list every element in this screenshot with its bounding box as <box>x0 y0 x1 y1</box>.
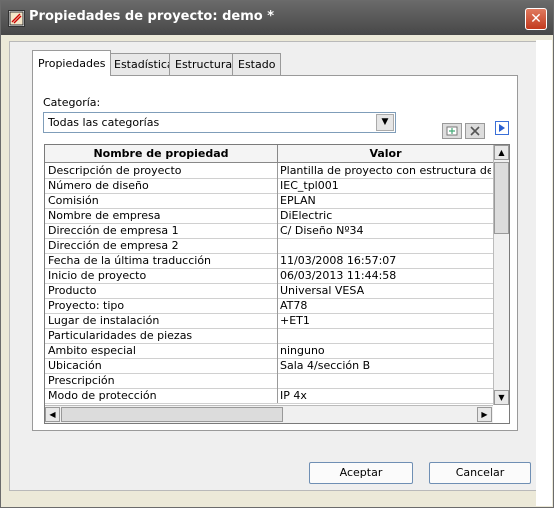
table-row[interactable]: Inicio de proyecto 06/03/2013 11:44:58 <box>45 268 493 284</box>
property-name: Producto <box>48 284 97 297</box>
table-row[interactable]: Lugar de instalación +ET1 <box>45 313 493 329</box>
property-name: Dirección de empresa 1 <box>48 224 179 237</box>
property-name: Modo de protección <box>48 389 157 402</box>
property-value[interactable]: AT78 <box>280 298 491 313</box>
category-value: Todas las categorías <box>48 116 160 129</box>
property-name: Prescripción <box>48 374 115 387</box>
property-value[interactable]: ninguno <box>280 343 491 358</box>
category-select[interactable]: Todas las categorías ▼ <box>43 112 396 133</box>
scroll-down-icon[interactable]: ▼ <box>494 390 509 405</box>
property-value[interactable]: Sala 4/sección B <box>280 358 491 373</box>
delete-property-icon[interactable] <box>465 123 485 139</box>
table-row[interactable]: Proyecto: tipo AT78 <box>45 298 493 314</box>
property-name: Dirección de empresa 2 <box>48 239 179 252</box>
property-name: Lugar de instalación <box>48 314 160 327</box>
property-name: Proyecto: tipo <box>48 299 125 312</box>
title-bar[interactable]: Propiedades de proyecto: demo * ✕ <box>1 1 553 35</box>
property-value[interactable] <box>280 328 491 343</box>
property-name: Particularidades de piezas <box>48 329 193 342</box>
property-name: Nombre de empresa <box>48 209 161 222</box>
table-row[interactable]: Ubicación Sala 4/sección B <box>45 358 493 374</box>
column-header-value[interactable]: Valor <box>278 145 493 163</box>
property-value[interactable]: 11/03/2008 16:57:07 <box>280 253 491 268</box>
property-value[interactable]: DiElectric <box>280 208 491 223</box>
properties-table: Nombre de propiedad Valor Descripción de… <box>44 144 510 424</box>
tab-estado[interactable]: Estado <box>232 53 282 75</box>
property-value[interactable]: C/ Diseño Nº34 <box>280 223 491 238</box>
table-row[interactable]: Ambito especial ninguno <box>45 343 493 359</box>
property-name: Ambito especial <box>48 344 136 357</box>
table-row[interactable]: Nombre de empresa DiElectric <box>45 208 493 224</box>
window-title: Propiedades de proyecto: demo * <box>29 9 275 24</box>
property-value[interactable]: IEC_tpl001 <box>280 178 491 193</box>
property-value[interactable]: EPLAN <box>280 193 491 208</box>
column-header-name[interactable]: Nombre de propiedad <box>45 145 278 163</box>
property-value[interactable]: Plantilla de proyecto con estructura de … <box>280 163 491 178</box>
table-row[interactable]: Dirección de empresa 1 C/ Diseño Nº34 <box>45 223 493 239</box>
horizontal-scrollbar[interactable]: ◀ ▶ <box>45 405 493 423</box>
table-row[interactable]: Dirección de empresa 2 <box>45 238 493 254</box>
table-row[interactable]: Modo de protección IP 4x <box>45 388 493 404</box>
property-name: Fecha de la última traducción <box>48 254 212 267</box>
table-row[interactable]: Prescripción <box>45 373 493 389</box>
new-property-icon[interactable] <box>442 123 462 139</box>
horizontal-scroll-thumb[interactable] <box>61 407 283 422</box>
table-row[interactable]: Comisión EPLAN <box>45 193 493 209</box>
property-name: Descripción de proyecto <box>48 164 182 177</box>
tab-propiedades[interactable]: Propiedades <box>32 50 112 76</box>
property-name: Comisión <box>48 194 99 207</box>
project-properties-icon <box>8 10 25 27</box>
scroll-left-icon[interactable]: ◀ <box>45 407 60 422</box>
accept-button[interactable]: Aceptar <box>309 462 413 484</box>
execute-icon[interactable] <box>495 121 509 135</box>
close-icon[interactable]: ✕ <box>525 8 547 30</box>
property-value[interactable]: IP 4x <box>280 388 491 403</box>
cancel-button[interactable]: Cancelar <box>429 462 531 484</box>
vertical-scroll-thumb[interactable] <box>494 162 509 234</box>
category-label: Categoría: <box>43 96 101 109</box>
property-name: Número de diseño <box>48 179 149 192</box>
property-value[interactable]: 06/03/2013 11:44:58 <box>280 268 491 283</box>
chevron-down-icon[interactable]: ▼ <box>376 114 394 131</box>
property-value[interactable]: Universal VESA <box>280 283 491 298</box>
scroll-up-icon[interactable]: ▲ <box>494 145 509 160</box>
property-value[interactable]: +ET1 <box>280 313 491 328</box>
property-name: Inicio de proyecto <box>48 269 147 282</box>
tab-estructura[interactable]: Estructura <box>169 53 239 75</box>
table-row[interactable]: Número de diseño IEC_tpl001 <box>45 178 493 194</box>
scroll-right-icon[interactable]: ▶ <box>477 407 492 422</box>
table-row[interactable]: Fecha de la última traducción 11/03/2008 … <box>45 253 493 269</box>
property-value[interactable] <box>280 238 491 253</box>
background-strip <box>536 40 552 506</box>
property-value[interactable] <box>280 373 491 388</box>
table-row[interactable]: Producto Universal VESA <box>45 283 493 299</box>
table-row[interactable]: Descripción de proyecto Plantilla de proy… <box>45 163 493 179</box>
table-row[interactable]: Particularidades de piezas <box>45 328 493 344</box>
property-name: Ubicación <box>48 359 102 372</box>
vertical-scrollbar[interactable]: ▲ ▼ <box>493 145 509 405</box>
